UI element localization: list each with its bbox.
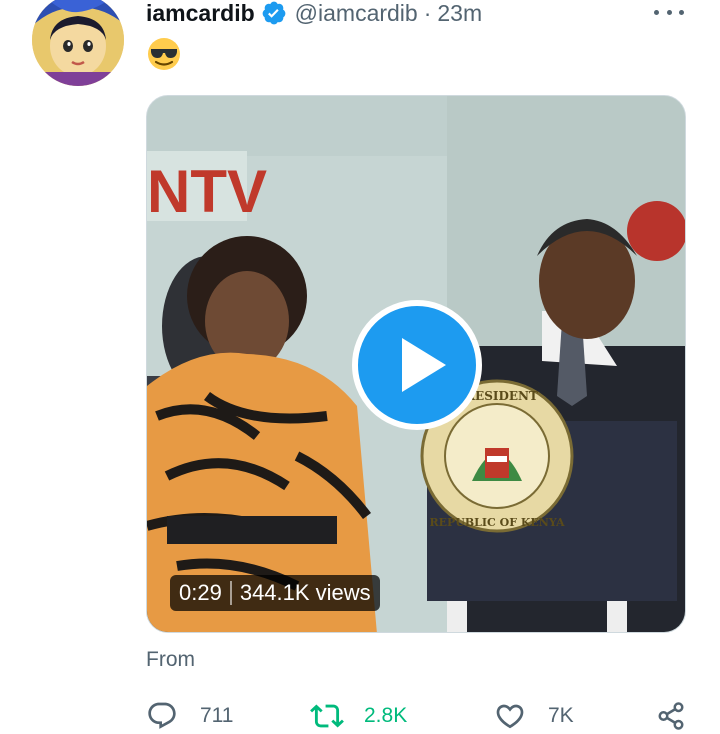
user-handle[interactable]: @iamcardib <box>295 0 418 26</box>
timestamp[interactable]: 23m <box>437 0 482 26</box>
retweet-count: 2.8K <box>364 704 408 727</box>
tweet-text-emoji <box>146 36 186 72</box>
video-info-badge: 0:29 344.1K views <box>170 575 380 611</box>
more-options-icon[interactable] <box>654 4 684 20</box>
video-player[interactable]: NTV PRESIDENT REPUBLIC OF KENYA 0:29 344… <box>146 95 686 633</box>
avatar-image <box>32 0 124 86</box>
retweet-button[interactable]: 2.8K <box>310 698 407 734</box>
media-source-label[interactable]: From <box>146 648 195 672</box>
verified-badge-icon <box>261 0 287 26</box>
like-button[interactable]: 7K <box>494 698 574 734</box>
reply-count: 711 <box>200 704 234 727</box>
video-views: 344.1K views <box>239 580 371 605</box>
logo-text: NTV <box>147 158 267 225</box>
play-button[interactable] <box>352 300 482 430</box>
seal-bottom-text: REPUBLIC OF KENYA <box>429 516 565 529</box>
retweet-icon <box>310 704 344 728</box>
share-button[interactable] <box>656 698 686 734</box>
reply-icon <box>148 702 176 729</box>
video-duration: 0:29 <box>179 580 222 605</box>
display-name[interactable]: iamcardib <box>146 0 255 26</box>
separator-dot: · <box>423 0 432 26</box>
sunglasses-emoji-icon <box>148 38 180 70</box>
more-dot <box>654 9 659 15</box>
share-icon <box>658 702 684 730</box>
more-dot <box>679 9 684 15</box>
tweet-header: iamcardib @iamcardib · 23m <box>146 0 482 26</box>
heart-icon <box>496 704 524 729</box>
badge-divider <box>229 581 232 605</box>
tweet-action-bar: 711 2.8K 7K <box>146 698 690 734</box>
ntv-logo: NTV <box>147 151 267 225</box>
like-count: 7K <box>548 704 574 727</box>
more-dot <box>666 9 672 15</box>
avatar[interactable] <box>32 0 124 86</box>
reply-button[interactable]: 711 <box>146 698 233 734</box>
play-icon <box>352 300 482 430</box>
